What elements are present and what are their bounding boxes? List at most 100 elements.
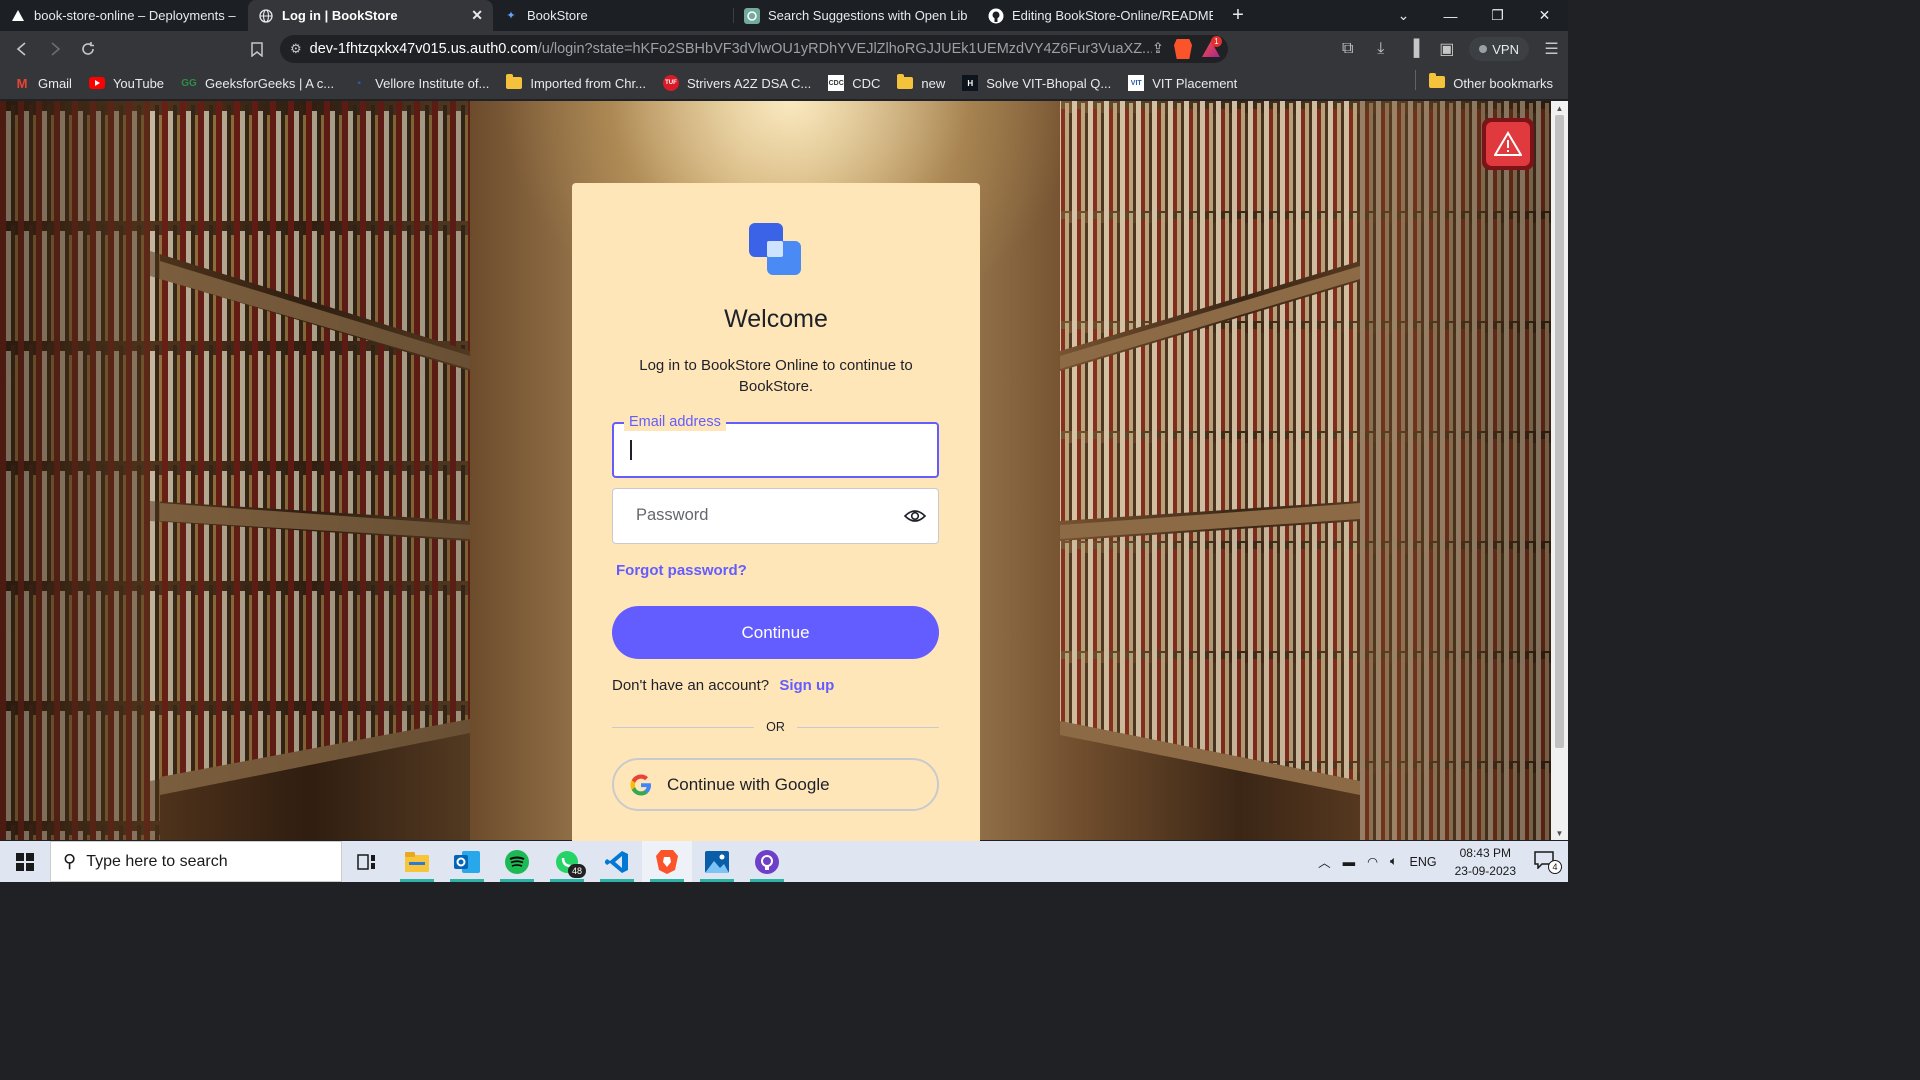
extensions-icon[interactable]: ⧉ [1331, 35, 1364, 63]
scroll-down-arrow-icon[interactable]: ▼ [1551, 826, 1568, 840]
tab-search-suggestions[interactable]: Search Suggestions with Open Library [734, 0, 978, 31]
vpn-status-dot [1479, 45, 1488, 53]
notification-center-icon[interactable]: 4 [1528, 851, 1568, 874]
bookmark-cdc[interactable]: CDC CDC [828, 75, 880, 91]
or-text: OR [766, 720, 785, 734]
sidebar-icon[interactable]: ▐ [1397, 35, 1430, 63]
warning-icon [1486, 122, 1530, 166]
geeksforgeeks-icon: GG [181, 77, 197, 89]
bookmark-label: Strivers A2Z DSA C... [686, 75, 812, 91]
minimize-button[interactable]: — [1427, 0, 1474, 31]
back-button[interactable] [5, 35, 38, 63]
brave-browser-icon[interactable] [642, 841, 692, 882]
brave-shields-icon[interactable] [1174, 39, 1192, 59]
alert-button[interactable] [1482, 118, 1534, 170]
signup-row: Don't have an account? Sign up [612, 677, 834, 694]
url-text[interactable]: dev-1fhtzqxkx47v015.us.auth0.com/u/login… [310, 41, 1152, 57]
bookmark-strivers[interactable]: TUF Strivers A2Z DSA C... [662, 75, 812, 91]
clock-time: 08:43 PM [1459, 845, 1511, 860]
bookstore-icon: ✦ [506, 10, 516, 22]
whatsapp-unread-badge: 48 [568, 864, 586, 878]
email-label: Email address [624, 413, 726, 431]
password-placeholder: Password [636, 506, 709, 524]
globe-icon [258, 8, 274, 24]
bookmark-gmail[interactable]: M Gmail [14, 75, 72, 91]
page-scrollbar[interactable]: ▲ ▼ [1551, 101, 1568, 840]
toolbar-right: ⧉ ⤓ ▐ ▣ VPN ☰ [1331, 31, 1568, 67]
close-window-button[interactable]: ✕ [1521, 0, 1568, 31]
vscode-icon[interactable] [592, 841, 642, 882]
taskbar-search-input[interactable]: ⚲ Type here to search [50, 841, 342, 882]
other-bookmarks[interactable]: Other bookmarks [1415, 69, 1553, 91]
system-tray: ︿ ▬ ◠ 🔈︎ ENG 08:43 PM 23-09-2023 4 [1312, 841, 1568, 882]
download-icon[interactable]: ⤓ [1364, 35, 1397, 63]
other-bookmarks-label: Other bookmarks [1453, 75, 1553, 91]
site-info-icon[interactable]: ⚙ [290, 41, 302, 57]
close-icon[interactable]: ✕ [463, 7, 483, 24]
tab-search-chevron-icon[interactable]: ⌄ [1380, 0, 1427, 31]
wallet-icon[interactable]: ▣ [1430, 35, 1463, 63]
tab-title: Search Suggestions with Open Library [768, 8, 968, 23]
bookmark-vellore[interactable]: ▪ Vellore Institute of... [351, 75, 489, 91]
spotify-icon[interactable] [492, 841, 542, 882]
tab-login-bookstore[interactable]: Log in | BookStore ✕ [248, 0, 493, 31]
sign-up-link[interactable]: Sign up [779, 677, 834, 694]
tab-title: BookStore [527, 8, 588, 23]
bookmark-hackerrank[interactable]: H Solve VIT-Bhopal Q... [962, 75, 1111, 91]
whatsapp-icon[interactable]: 48 [542, 841, 592, 882]
bookmark-imported[interactable]: Imported from Chr... [506, 74, 646, 91]
continue-button[interactable]: Continue [612, 606, 939, 659]
vit-placement-icon: VIT [1128, 75, 1145, 91]
restore-button[interactable]: ❐ [1474, 0, 1521, 31]
window-controls: ⌄ — ❐ ✕ [1380, 0, 1568, 31]
password-field[interactable]: Password [612, 488, 939, 544]
rewards-badge: 1 [1211, 36, 1222, 47]
battery-icon[interactable]: ▬ [1337, 855, 1362, 869]
task-view-icon[interactable] [342, 841, 392, 882]
forward-button[interactable] [38, 35, 71, 63]
clock[interactable]: 08:43 PM 23-09-2023 [1443, 844, 1528, 880]
new-tab-button[interactable]: + [1223, 0, 1253, 31]
reload-button[interactable] [71, 35, 104, 63]
bookmark-new[interactable]: new [897, 74, 946, 91]
show-password-eye-icon[interactable] [903, 506, 927, 526]
tab-strip: book-store-online – Deployments – Ve Log… [0, 0, 1568, 31]
tab-bookstore[interactable]: ✦ BookStore [493, 0, 733, 31]
folder-icon [1429, 72, 1446, 91]
bookmark-label: GeeksforGeeks | A c... [205, 75, 335, 91]
scrollbar-thumb[interactable] [1555, 115, 1564, 748]
vpn-button[interactable]: VPN [1469, 37, 1529, 61]
bookmark-label: new [921, 75, 946, 91]
email-field[interactable]: Email address [612, 413, 939, 478]
bookmark-vit-placement[interactable]: VIT VIT Placement [1128, 75, 1237, 91]
vercel-icon [10, 8, 26, 24]
bookmark-label: CDC [852, 75, 881, 91]
forgot-password-link[interactable]: Forgot password? [616, 562, 747, 579]
hackerrank-icon: H [962, 75, 979, 91]
chevron-up-icon[interactable]: ︿ [1312, 852, 1337, 871]
tab-vercel-deployments[interactable]: book-store-online – Deployments – Ve [0, 0, 248, 31]
tab-github-readme[interactable]: Editing BookStore-Online/README.md [978, 0, 1223, 31]
outlook-icon[interactable] [442, 841, 492, 882]
photos-icon[interactable] [692, 841, 742, 882]
wifi-icon[interactable]: ◠ [1361, 854, 1384, 869]
github-desktop-icon[interactable] [742, 841, 792, 882]
address-bar[interactable]: ⚙ dev-1fhtzqxkx47v015.us.auth0.com/u/log… [280, 35, 1228, 63]
menu-icon[interactable]: ☰ [1535, 35, 1568, 63]
welcome-heading: Welcome [724, 305, 828, 333]
file-explorer-icon[interactable] [392, 841, 442, 882]
scroll-up-arrow-icon[interactable]: ▲ [1551, 101, 1568, 115]
bookmark-geeksforgeeks[interactable]: GG GeeksforGeeks | A c... [181, 75, 334, 91]
continue-with-google-button[interactable]: Continue with Google [612, 758, 939, 811]
start-button[interactable] [0, 841, 50, 882]
tab-title: Editing BookStore-Online/README.md [1012, 8, 1213, 23]
share-icon[interactable]: ⇪ [1152, 41, 1164, 57]
language-indicator[interactable]: ENG [1404, 855, 1443, 869]
browser-toolbar: ⚙ dev-1fhtzqxkx47v015.us.auth0.com/u/log… [0, 31, 1568, 67]
volume-icon[interactable]: 🔈︎ [1384, 854, 1404, 869]
google-icon [630, 774, 651, 795]
bookmark-label: Solve VIT-Bhopal Q... [986, 75, 1112, 91]
bookmark-icon[interactable] [240, 35, 273, 63]
bookmark-youtube[interactable]: YouTube [88, 75, 164, 91]
google-button-label: Continue with Google [667, 774, 830, 794]
